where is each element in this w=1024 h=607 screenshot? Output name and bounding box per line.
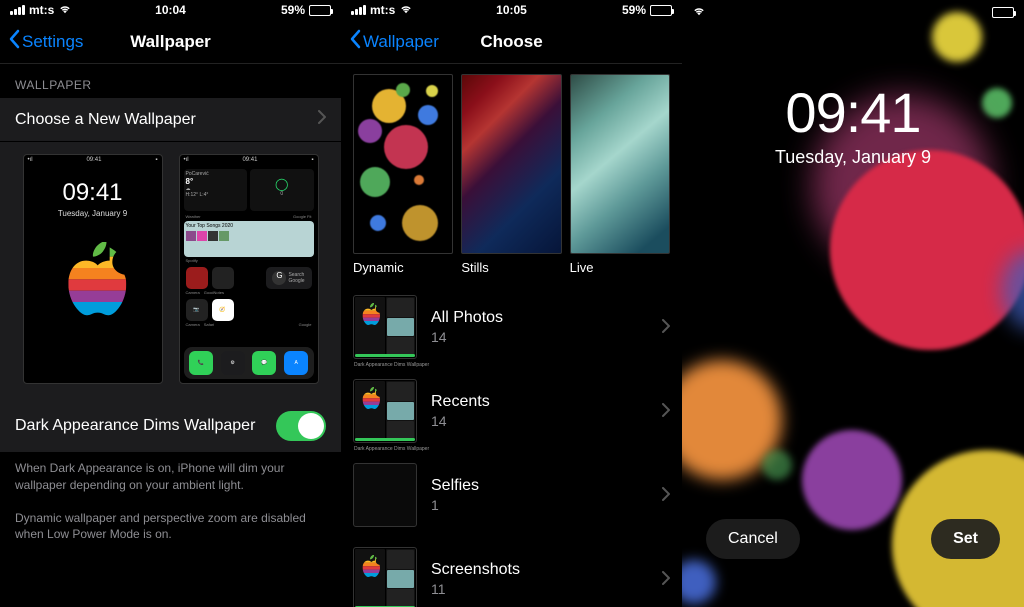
preview-time: 09:41	[24, 179, 162, 207]
signal-icon	[10, 5, 25, 15]
appstore-app-icon: A	[284, 351, 308, 375]
album-thumb	[353, 463, 417, 527]
type-label: Stills	[461, 260, 561, 275]
dock: 📞 ⚙ 💬 A	[184, 347, 314, 379]
lock-clock: 09:41 Tuesday, January 9	[682, 80, 1024, 168]
back-button[interactable]: Settings	[8, 29, 83, 54]
wallpaper-preview-pane: 09:41 Tuesday, January 9 Cancel Set	[682, 0, 1024, 607]
album-count: 11	[431, 581, 648, 597]
wifi-icon	[692, 5, 706, 20]
choose-wallpaper-cell[interactable]: Choose a New Wallpaper	[0, 98, 341, 142]
album-thumb: Dark Appearance Dims Wallpaper	[353, 379, 417, 443]
dark-dims-toggle[interactable]	[276, 411, 326, 441]
type-label: Live	[570, 260, 670, 275]
settings-wallpaper-pane: mt:s 10:04 59% Settings Wallpaper WALLPA…	[0, 0, 341, 607]
carrier-label: mt:s	[29, 3, 54, 17]
app-icon: 📷	[186, 299, 208, 321]
album-count: 14	[431, 413, 648, 429]
album-name: Recents	[431, 393, 648, 411]
messages-app-icon: 💬	[252, 351, 276, 375]
album-selfies[interactable]: Selfies 1	[341, 453, 682, 537]
album-screenshots[interactable]: Dark Appearance Dims Wallpaper Screensho…	[341, 537, 682, 607]
battery-icon	[992, 7, 1014, 18]
nav-bar: Wallpaper Choose	[341, 20, 682, 64]
wifi-icon	[58, 3, 72, 18]
battery-pct: 59%	[281, 3, 305, 17]
status-time: 10:04	[117, 3, 224, 17]
signal-icon	[351, 5, 366, 15]
wallpaper-types-row: Dynamic Stills Live	[341, 64, 682, 285]
wallpaper-type-live[interactable]: Live	[570, 74, 670, 275]
home-screen-preview[interactable]: •ıl09:41▪ PoCarević8°☁H:12° L:4° ◯0 Weat…	[179, 154, 319, 384]
wifi-icon	[399, 3, 413, 18]
toggle-label: Dark Appearance Dims Wallpaper	[15, 417, 255, 435]
nav-bar: Settings Wallpaper	[0, 20, 341, 64]
spotify-widget: Your Top Songs 2020	[184, 221, 314, 257]
back-button[interactable]: Wallpaper	[349, 29, 439, 54]
dark-dims-toggle-cell: Dark Appearance Dims Wallpaper	[0, 400, 341, 452]
chevron-left-icon	[8, 29, 20, 54]
weather-widget: PoCarević8°☁H:12° L:4°	[184, 169, 248, 211]
album-all-photos[interactable]: Dark Appearance Dims Wallpaper All Photo…	[341, 285, 682, 369]
chevron-right-icon	[662, 319, 670, 336]
album-thumb: Dark Appearance Dims Wallpaper	[353, 547, 417, 607]
status-bar: mt:s 10:04 59%	[0, 0, 341, 20]
set-button[interactable]: Set	[931, 519, 1000, 559]
app-icon	[186, 267, 208, 289]
album-recents[interactable]: Dark Appearance Dims Wallpaper Recents 1…	[341, 369, 682, 453]
app-icon: 🧭	[212, 299, 234, 321]
footer-text-1: When Dark Appearance is on, iPhone will …	[0, 452, 341, 502]
carrier-label: mt:s	[370, 3, 395, 17]
album-name: Selfies	[431, 477, 648, 495]
google-widget: G SearchGoogle	[266, 267, 312, 289]
album-name: Screenshots	[431, 561, 648, 579]
back-label: Wallpaper	[363, 32, 439, 52]
battery-icon	[650, 5, 672, 16]
footer-text-2: Dynamic wallpaper and perspective zoom a…	[0, 502, 341, 552]
wallpaper-type-stills[interactable]: Stills	[461, 74, 561, 275]
chevron-right-icon	[662, 403, 670, 420]
section-header: WALLPAPER	[0, 64, 341, 98]
wallpaper-type-dynamic[interactable]: Dynamic	[353, 74, 453, 275]
album-count: 14	[431, 329, 648, 345]
battery-pct: 59%	[622, 3, 646, 17]
album-count: 1	[431, 497, 648, 513]
status-bar	[682, 0, 1024, 20]
choose-wallpaper-pane: mt:s 10:05 59% Wallpaper Choose	[341, 0, 682, 607]
album-name: All Photos	[431, 309, 648, 327]
lock-date: Tuesday, January 9	[682, 147, 1024, 168]
apple-logo-icon	[58, 242, 128, 322]
cancel-button[interactable]: Cancel	[706, 519, 800, 559]
settings-app-icon: ⚙	[221, 351, 245, 375]
status-bar: mt:s 10:05 59%	[341, 0, 682, 20]
chevron-right-icon	[318, 110, 326, 129]
status-time: 10:05	[458, 3, 565, 17]
lock-time: 09:41	[682, 80, 1024, 145]
back-label: Settings	[22, 32, 83, 52]
lock-screen-preview[interactable]: •ıl09:41▪ 09:41 Tuesday, January 9	[23, 154, 163, 384]
album-thumb: Dark Appearance Dims Wallpaper	[353, 295, 417, 359]
phone-app-icon: 📞	[189, 351, 213, 375]
preview-date: Tuesday, January 9	[24, 209, 162, 218]
chevron-right-icon	[662, 571, 670, 588]
wallpaper-preview-row: •ıl09:41▪ 09:41 Tuesday, January 9	[0, 142, 341, 400]
chevron-left-icon	[349, 29, 361, 54]
fitness-widget: ◯0	[250, 169, 314, 211]
battery-icon	[309, 5, 331, 16]
type-label: Dynamic	[353, 260, 453, 275]
cell-label: Choose a New Wallpaper	[15, 111, 196, 129]
chevron-right-icon	[662, 487, 670, 504]
app-icon	[212, 267, 234, 289]
